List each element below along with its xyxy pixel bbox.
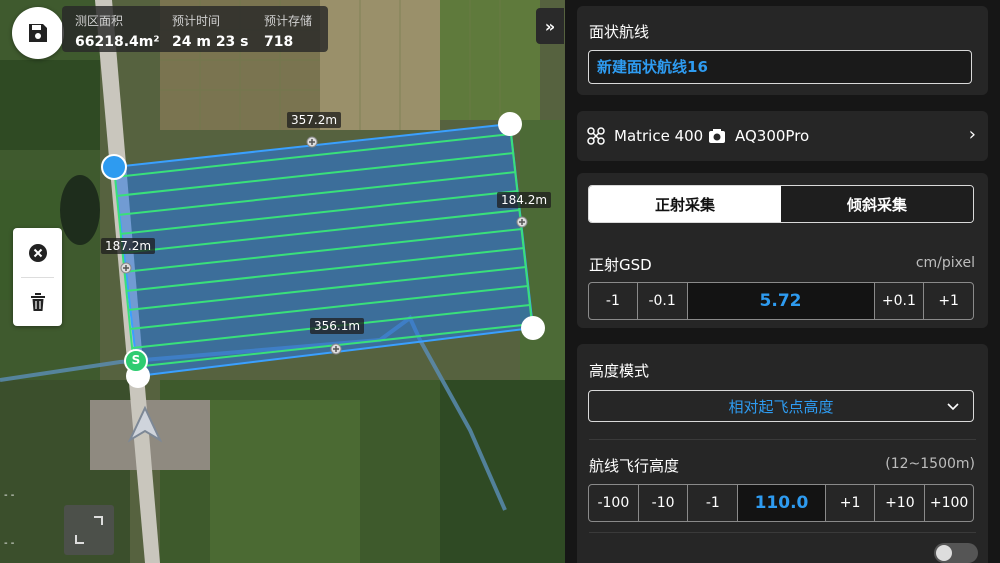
height-minus-10-button[interactable]: -10 xyxy=(639,485,689,521)
map-view[interactable]: 357.2m 184.2m 187.2m 356.1m S 测区面积 66218… xyxy=(0,0,565,563)
height-plus-10-button[interactable]: +10 xyxy=(875,485,926,521)
drone-model: Matrice 400 xyxy=(614,127,704,145)
device-card[interactable]: Matrice 400 AQ300Pro › xyxy=(577,111,988,161)
route-name-label: 面状航线 xyxy=(589,23,650,41)
altitude-mode-label: 高度模式 xyxy=(589,362,650,380)
camera-model: AQ300Pro xyxy=(735,127,810,145)
route-name-input[interactable]: 新建面状航线16 xyxy=(588,50,972,84)
height-plus-100-button[interactable]: +100 xyxy=(925,485,973,521)
stat-area: 测区面积 66218.4m² xyxy=(75,14,160,50)
height-plus-1-button[interactable]: +1 xyxy=(826,485,876,521)
route-name-card: 面状航线 新建面状航线16 xyxy=(577,6,988,95)
drone-icon xyxy=(587,127,605,145)
altitude-card: 高度模式 相对起飞点高度 航线飞行高度 (12~1500m) -100 -10 … xyxy=(577,344,988,563)
gsd-label: 正射GSD xyxy=(589,256,652,274)
gsd-plus-1-button[interactable]: +1 xyxy=(924,283,973,319)
satellite-map xyxy=(0,0,565,563)
flight-height-stepper: -100 -10 -1 110.0 +1 +10 +100 xyxy=(588,484,974,522)
height-minus-1-button[interactable]: -1 xyxy=(688,485,739,521)
gsd-value[interactable]: 5.72 xyxy=(687,283,875,319)
tab-oblique[interactable]: 倾斜采集 xyxy=(781,186,973,222)
toggle-switch[interactable] xyxy=(934,543,978,563)
trash-icon xyxy=(30,292,45,311)
capture-card: 正射采集 倾斜采集 正射GSD cm/pixel -1 -0.1 5.72 +0… xyxy=(577,173,988,328)
stat-time: 预计时间 24 m 23 s xyxy=(172,14,249,50)
vertex-handle xyxy=(521,316,545,340)
double-chevron-right-icon: » xyxy=(544,16,556,36)
flight-height-range: (12~1500m) xyxy=(885,456,975,472)
vertex-handle xyxy=(101,154,127,180)
tab-orthophoto[interactable]: 正射采集 xyxy=(589,186,781,222)
mission-stats-bar: 测区面积 66218.4m² 预计时间 24 m 23 s 预计存储 718 xyxy=(62,6,328,52)
gsd-minus-1-button[interactable]: -1 xyxy=(589,283,638,319)
minimap-toggle-button[interactable] xyxy=(64,505,114,555)
flight-height-value[interactable]: 110.0 xyxy=(738,485,826,521)
gsd-minus-0.1-button[interactable]: -0.1 xyxy=(638,283,688,319)
gsd-plus-0.1-button[interactable]: +0.1 xyxy=(875,283,925,319)
drone-info: Matrice 400 xyxy=(587,111,703,161)
flight-height-label: 航线飞行高度 xyxy=(589,457,680,475)
distance-label-top: 357.2m xyxy=(287,112,342,128)
distance-label-right: 184.2m xyxy=(497,192,552,208)
expand-corner-icon xyxy=(75,516,103,544)
close-circle-icon xyxy=(28,243,47,262)
scale-indicator: - - xyxy=(4,490,15,501)
chevron-down-icon xyxy=(947,403,959,411)
altitude-mode-value: 相对起飞点高度 xyxy=(728,397,834,416)
vertex-handle xyxy=(498,112,522,136)
save-button[interactable] xyxy=(12,7,64,59)
clear-button[interactable] xyxy=(13,228,62,277)
settings-panel: 面状航线 新建面状航线16 Matrice 400 AQ300Pro › 正射采… xyxy=(565,0,1000,563)
stat-storage: 预计存储 718 xyxy=(264,14,313,50)
collapse-panel-button[interactable]: » xyxy=(536,8,564,44)
chevron-right-icon: › xyxy=(968,124,976,145)
altitude-mode-select[interactable]: 相对起飞点高度 xyxy=(588,390,974,422)
distance-label-bottom: 356.1m xyxy=(310,318,365,334)
delete-button[interactable] xyxy=(13,277,62,326)
height-minus-100-button[interactable]: -100 xyxy=(589,485,639,521)
camera-info: AQ300Pro xyxy=(708,111,809,161)
scale-indicator: - - xyxy=(4,538,15,549)
map-tool-panel xyxy=(13,228,62,326)
distance-label-left: 187.2m xyxy=(101,238,156,254)
save-icon xyxy=(29,24,47,42)
capture-mode-toggle: 正射采集 倾斜采集 xyxy=(588,185,974,223)
start-point-marker[interactable]: S xyxy=(130,353,142,367)
gsd-unit: cm/pixel xyxy=(915,255,975,271)
camera-icon xyxy=(709,129,725,143)
gsd-stepper: -1 -0.1 5.72 +0.1 +1 xyxy=(588,282,974,320)
